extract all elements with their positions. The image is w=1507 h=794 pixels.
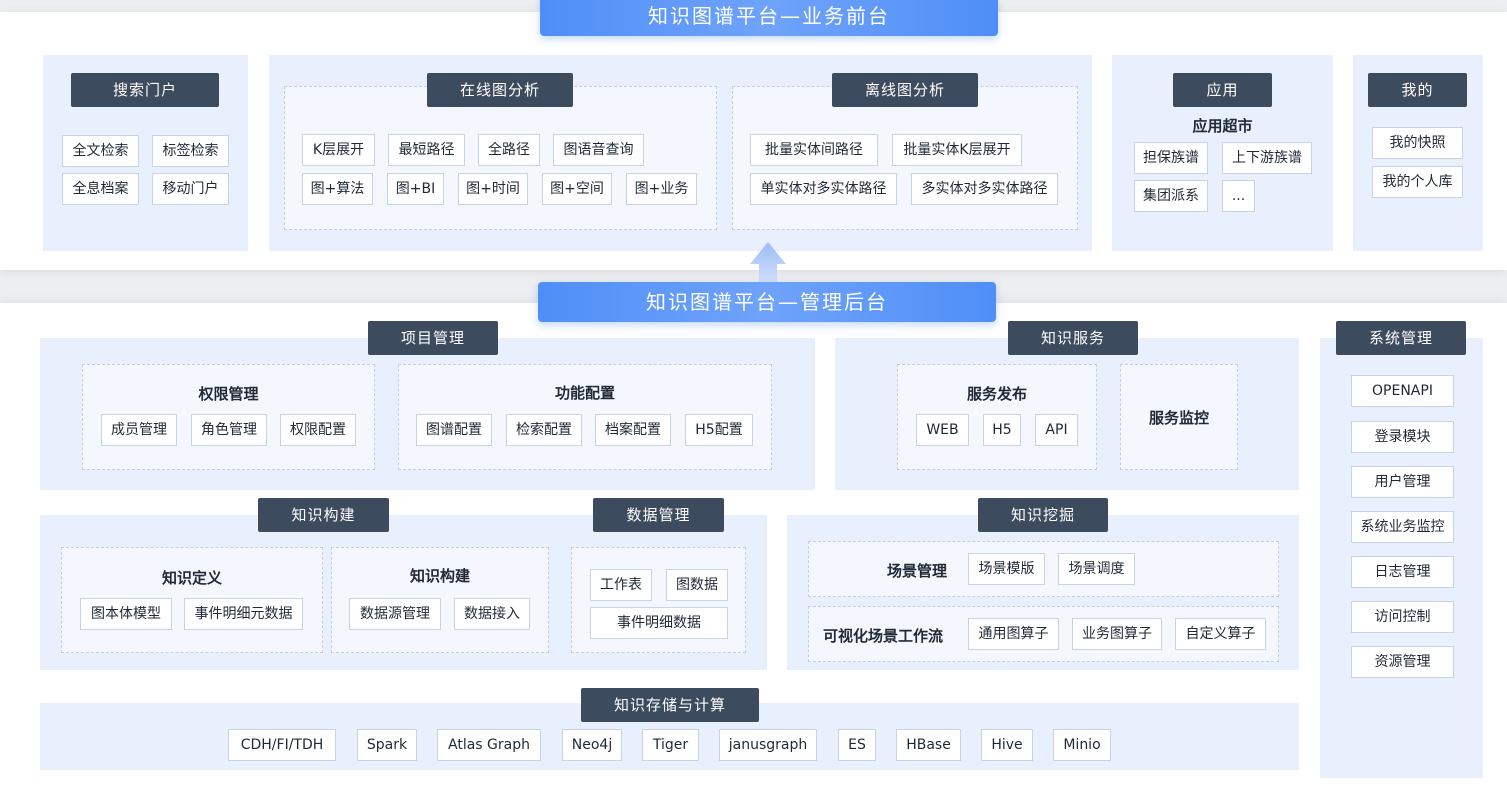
construct-item-datasource[interactable]: 数据源管理 [349, 598, 441, 630]
apps-item-guarantee[interactable]: 担保族谱 [1134, 142, 1208, 174]
apps-item-supply-chain[interactable]: 上下游族谱 [1222, 142, 1312, 174]
perm-item-members[interactable]: 成员管理 [101, 414, 177, 446]
define-item-event-meta[interactable]: 事件明细元数据 [184, 598, 303, 630]
offline-item-batch-path[interactable]: 批量实体间路径 [750, 134, 878, 166]
flow-item-business[interactable]: 业务图算子 [1072, 618, 1162, 650]
system-item-biz-monitor[interactable]: 系统业务监控 [1351, 511, 1454, 543]
system-item-logs[interactable]: 日志管理 [1351, 556, 1454, 588]
storage-item-janusgraph[interactable]: janusgraph [719, 729, 817, 761]
system-item-access[interactable]: 访问控制 [1351, 601, 1454, 633]
system-item-resources[interactable]: 资源管理 [1351, 646, 1454, 678]
back-title: 知识图谱平台—管理后台 [538, 282, 996, 322]
online-analysis-header: 在线图分析 [427, 73, 573, 107]
online-item-algorithm[interactable]: 图+算法 [302, 173, 373, 205]
online-item-bi[interactable]: 图+BI [387, 173, 444, 205]
search-portal-header: 搜索门户 [71, 73, 219, 107]
storage-item-tiger[interactable]: Tiger [642, 729, 699, 761]
search-item-fulltext[interactable]: 全文检索 [62, 135, 139, 167]
mining-header: 知识挖掘 [978, 498, 1108, 532]
offline-analysis-header: 离线图分析 [832, 73, 978, 107]
publish-item-h5[interactable]: H5 [983, 414, 1021, 446]
data-item-event-detail[interactable]: 事件明细数据 [590, 607, 728, 639]
build-header: 知识构建 [258, 498, 389, 532]
publish-title: 服务发布 [966, 385, 1027, 403]
mine-header: 我的 [1368, 73, 1467, 107]
offline-item-multi-to-multi[interactable]: 多实体对多实体路径 [911, 173, 1058, 205]
storage-item-hive[interactable]: Hive [981, 729, 1033, 761]
apps-market-label: 应用超市 [1192, 117, 1253, 135]
perm-title: 权限管理 [198, 385, 259, 403]
func-item-search[interactable]: 检索配置 [506, 414, 582, 446]
scene-item-schedule[interactable]: 场景调度 [1058, 553, 1135, 585]
system-item-openapi[interactable]: OPENAPI [1351, 375, 1454, 407]
online-item-space[interactable]: 图+空间 [542, 173, 612, 205]
flow-item-generic[interactable]: 通用图算子 [968, 618, 1059, 650]
search-item-archive[interactable]: 全息档案 [62, 173, 139, 205]
flow-title: 可视化场景工作流 [822, 627, 943, 645]
apps-header: 应用 [1173, 73, 1272, 107]
front-title: 知识图谱平台—业务前台 [540, 0, 998, 36]
func-title: 功能配置 [554, 384, 615, 402]
func-item-graph[interactable]: 图谱配置 [416, 414, 492, 446]
apps-item-group[interactable]: 集团派系 [1134, 180, 1208, 212]
apps-item-more[interactable]: ... [1222, 180, 1255, 212]
online-item-business[interactable]: 图+业务 [626, 173, 697, 205]
func-item-h5[interactable]: H5配置 [685, 414, 753, 446]
scene-title: 场景管理 [886, 562, 947, 580]
system-header: 系统管理 [1336, 321, 1466, 355]
online-item-k-expand[interactable]: K层展开 [302, 134, 375, 166]
publish-item-web[interactable]: WEB [916, 414, 969, 446]
perm-item-config[interactable]: 权限配置 [280, 414, 356, 446]
define-item-ontology[interactable]: 图本体模型 [80, 598, 172, 630]
scene-item-template[interactable]: 场景模版 [968, 553, 1045, 585]
perm-item-roles[interactable]: 角色管理 [191, 414, 267, 446]
online-item-voice-query[interactable]: 图语音查询 [553, 134, 644, 166]
search-item-mobile[interactable]: 移动门户 [152, 173, 229, 205]
storage-item-cdh[interactable]: CDH/FI/TDH [228, 729, 336, 761]
flow-item-custom[interactable]: 自定义算子 [1175, 618, 1266, 650]
storage-item-spark[interactable]: Spark [357, 729, 417, 761]
storage-item-hbase[interactable]: HBase [896, 729, 961, 761]
system-item-login[interactable]: 登录模块 [1351, 421, 1454, 453]
system-item-users[interactable]: 用户管理 [1351, 466, 1454, 498]
storage-header: 知识存储与计算 [581, 688, 759, 722]
construct-title: 知识构建 [409, 567, 470, 585]
define-title: 知识定义 [161, 569, 222, 587]
online-item-all-paths[interactable]: 全路径 [478, 134, 540, 166]
storage-item-neo4j[interactable]: Neo4j [562, 729, 622, 761]
publish-item-api[interactable]: API [1035, 414, 1078, 446]
data-item-worksheet[interactable]: 工作表 [590, 569, 652, 601]
func-item-archive[interactable]: 档案配置 [595, 414, 671, 446]
construct-item-ingest[interactable]: 数据接入 [454, 598, 530, 630]
project-header: 项目管理 [368, 321, 498, 355]
offline-item-single-to-multi[interactable]: 单实体对多实体路径 [750, 173, 897, 205]
online-item-shortest-path[interactable]: 最短路径 [388, 134, 465, 166]
data-item-graph[interactable]: 图数据 [666, 569, 728, 601]
offline-item-batch-k-expand[interactable]: 批量实体K层展开 [892, 134, 1022, 166]
service-header: 知识服务 [1008, 321, 1138, 355]
mine-item-snapshot[interactable]: 我的快照 [1372, 127, 1463, 159]
search-item-tag[interactable]: 标签检索 [152, 135, 229, 167]
mine-item-library[interactable]: 我的个人库 [1372, 166, 1463, 198]
storage-item-minio[interactable]: Minio [1053, 729, 1111, 761]
storage-item-atlas[interactable]: Atlas Graph [437, 729, 541, 761]
data-header: 数据管理 [593, 498, 724, 532]
storage-item-es[interactable]: ES [838, 729, 876, 761]
service-monitor-label[interactable]: 服务监控 [1120, 407, 1238, 428]
online-item-time[interactable]: 图+时间 [458, 173, 528, 205]
